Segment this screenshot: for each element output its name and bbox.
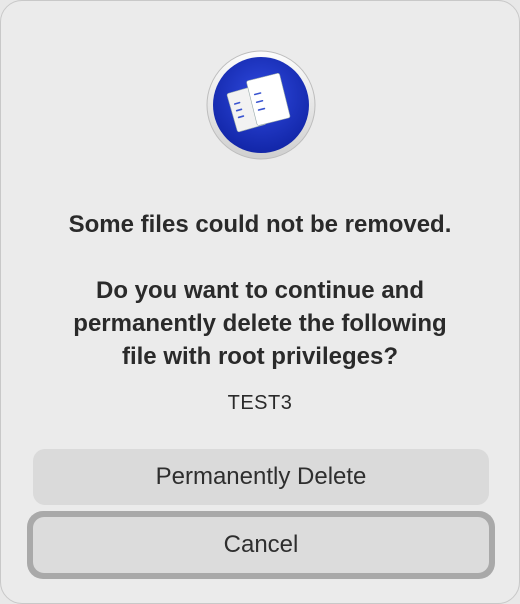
message-line: file with root privileges? — [121, 343, 399, 370]
app-icon — [206, 50, 316, 160]
dialog-message: Do you want to continue and permanently … — [21, 274, 499, 373]
file-name: TEST3 — [227, 392, 293, 414]
dialog-title: Some files could not be removed. — [68, 211, 452, 238]
message-line: permanently delete the following — [73, 310, 447, 337]
cancel-button[interactable]: Cancel — [33, 517, 489, 573]
permanently-delete-button[interactable]: Permanently Delete — [33, 449, 489, 505]
alert-dialog: Some files could not be removed. Do you … — [0, 0, 520, 604]
message-line: Do you want to continue and — [96, 277, 424, 304]
